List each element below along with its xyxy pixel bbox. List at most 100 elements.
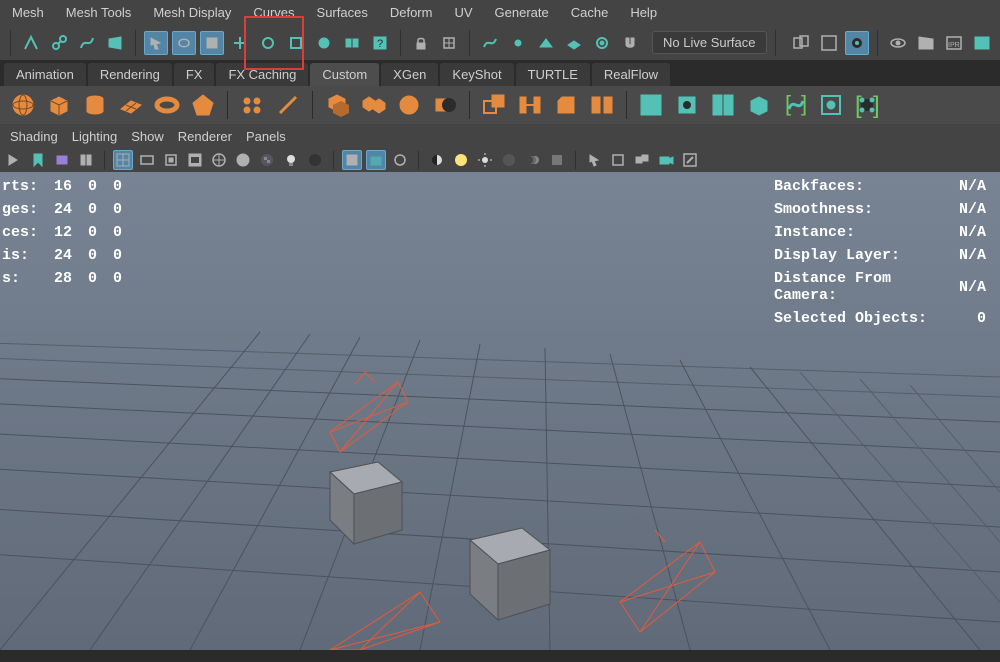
snap-curve-icon[interactable] — [478, 31, 502, 55]
exposure-icon[interactable] — [427, 150, 447, 170]
menu-deform[interactable]: Deform — [386, 3, 437, 22]
render-settings-icon[interactable] — [845, 31, 869, 55]
shelf-tab-fx[interactable]: FX — [174, 63, 215, 86]
res-gate-icon[interactable] — [161, 150, 181, 170]
move-tool-button[interactable] — [228, 31, 252, 55]
magnet-icon[interactable] — [618, 31, 642, 55]
boolean-icon[interactable] — [430, 90, 460, 120]
expand-icon[interactable] — [680, 150, 700, 170]
snap-point-icon[interactable] — [506, 31, 530, 55]
snap-face-icon[interactable] — [534, 31, 558, 55]
two-side-icon[interactable] — [76, 150, 96, 170]
bookmark-icon[interactable] — [28, 150, 48, 170]
shelf-tab-turtle[interactable]: TURTLE — [516, 63, 590, 86]
mask-curve-icon[interactable] — [75, 31, 99, 55]
shelf-tab-custom[interactable]: Custom — [310, 63, 379, 86]
isolate-icon[interactable] — [608, 150, 628, 170]
soft-select-button[interactable] — [312, 31, 336, 55]
extrude-icon[interactable] — [479, 90, 509, 120]
shelf-tab-realflow[interactable]: RealFlow — [592, 63, 670, 86]
poly-sphere-icon[interactable] — [8, 90, 38, 120]
menu-curves[interactable]: Curves — [249, 3, 298, 22]
camera-select-icon[interactable] — [4, 150, 24, 170]
film-gate-icon[interactable] — [137, 150, 157, 170]
shelf-tab-animation[interactable]: Animation — [4, 63, 86, 86]
script-d-icon[interactable] — [744, 90, 774, 120]
ao-icon[interactable] — [499, 150, 519, 170]
render-view-icon[interactable] — [886, 31, 910, 55]
lock-icon[interactable] — [409, 31, 433, 55]
panel-menu-lighting[interactable]: Lighting — [72, 129, 118, 144]
script-c-icon[interactable] — [708, 90, 738, 120]
snap-plane-icon[interactable] — [562, 31, 586, 55]
lights-icon[interactable] — [281, 150, 301, 170]
menu-mesh-tools[interactable]: Mesh Tools — [62, 3, 136, 22]
render-frame-icon[interactable] — [817, 31, 841, 55]
xray-icon[interactable] — [366, 150, 386, 170]
menu-surfaces[interactable]: Surfaces — [313, 3, 372, 22]
platonic-icon[interactable] — [188, 90, 218, 120]
menu-mesh[interactable]: Mesh — [8, 3, 48, 22]
panel-menu-renderer[interactable]: Renderer — [178, 129, 232, 144]
shelf-tab-rendering[interactable]: Rendering — [88, 63, 172, 86]
gate-mask-icon[interactable] — [185, 150, 205, 170]
grid-toggle-icon[interactable] — [113, 150, 133, 170]
script-a-icon[interactable] — [636, 90, 666, 120]
shadows-icon[interactable] — [305, 150, 325, 170]
lasso-tool-button[interactable] — [172, 31, 196, 55]
help-tool-button[interactable]: ? — [368, 31, 392, 55]
select-tool-button[interactable] — [144, 31, 168, 55]
render-globals-icon[interactable] — [970, 31, 994, 55]
menu-mesh-display[interactable]: Mesh Display — [149, 3, 235, 22]
motion-blur-icon[interactable] — [523, 150, 543, 170]
smooth-icon[interactable] — [394, 90, 424, 120]
shelf-tab-xgen[interactable]: XGen — [381, 63, 438, 86]
script-b-icon[interactable] — [672, 90, 702, 120]
scale-tool-button[interactable] — [284, 31, 308, 55]
image-plane-icon[interactable] — [52, 150, 72, 170]
pencil-icon[interactable] — [273, 90, 303, 120]
mask-joint-icon[interactable] — [47, 31, 71, 55]
poly-plane-icon[interactable] — [116, 90, 146, 120]
menu-generate[interactable]: Generate — [491, 3, 553, 22]
separate-icon[interactable] — [358, 90, 388, 120]
mask-surface-icon[interactable] — [103, 31, 127, 55]
wireframe-icon[interactable] — [209, 150, 229, 170]
bevel-icon[interactable] — [551, 90, 581, 120]
menu-cache[interactable]: Cache — [567, 3, 613, 22]
live-surface-field[interactable]: No Live Surface — [652, 31, 767, 54]
mirror-icon[interactable] — [587, 90, 617, 120]
poly-torus-icon[interactable] — [152, 90, 182, 120]
script-f-icon[interactable] — [816, 90, 846, 120]
menu-help[interactable]: Help — [626, 3, 661, 22]
panel-menu-shading[interactable]: Shading — [10, 129, 58, 144]
rotate-tool-button[interactable] — [256, 31, 280, 55]
arrow-cursor-icon[interactable] — [584, 150, 604, 170]
poly-cube-icon[interactable] — [44, 90, 74, 120]
bridge-icon[interactable] — [515, 90, 545, 120]
paint-select-button[interactable] — [200, 31, 224, 55]
depth-icon[interactable] — [632, 150, 652, 170]
script-e-icon[interactable]: [] — [780, 90, 810, 120]
clapperboard-icon[interactable] — [914, 31, 938, 55]
viewport[interactable]: rts:1600 ges:2400 ces:1200 is:2400 s:280… — [0, 172, 1000, 650]
panel-menu-panels[interactable]: Panels — [246, 129, 286, 144]
shelf-tab-fx-caching[interactable]: FX Caching — [216, 63, 308, 86]
textured-icon[interactable] — [257, 150, 277, 170]
aa-icon[interactable] — [547, 150, 567, 170]
symmetry-button[interactable] — [340, 31, 364, 55]
script-g-icon[interactable]: [] — [852, 90, 882, 120]
snap-grid-icon[interactable] — [437, 31, 461, 55]
isolate-select-icon[interactable] — [342, 150, 362, 170]
viewport-light-icon[interactable] — [475, 150, 495, 170]
xray-joints-icon[interactable] — [390, 150, 410, 170]
menu-uv[interactable]: UV — [450, 3, 476, 22]
snap-live-icon[interactable] — [590, 31, 614, 55]
mask-handle-icon[interactable] — [19, 31, 43, 55]
gamma-icon[interactable] — [451, 150, 471, 170]
poly-cylinder-icon[interactable] — [80, 90, 110, 120]
camera-icon[interactable] — [656, 150, 676, 170]
shelf-tab-keyshot[interactable]: KeyShot — [440, 63, 513, 86]
panel-menu-show[interactable]: Show — [131, 129, 164, 144]
cluster-icon[interactable] — [237, 90, 267, 120]
